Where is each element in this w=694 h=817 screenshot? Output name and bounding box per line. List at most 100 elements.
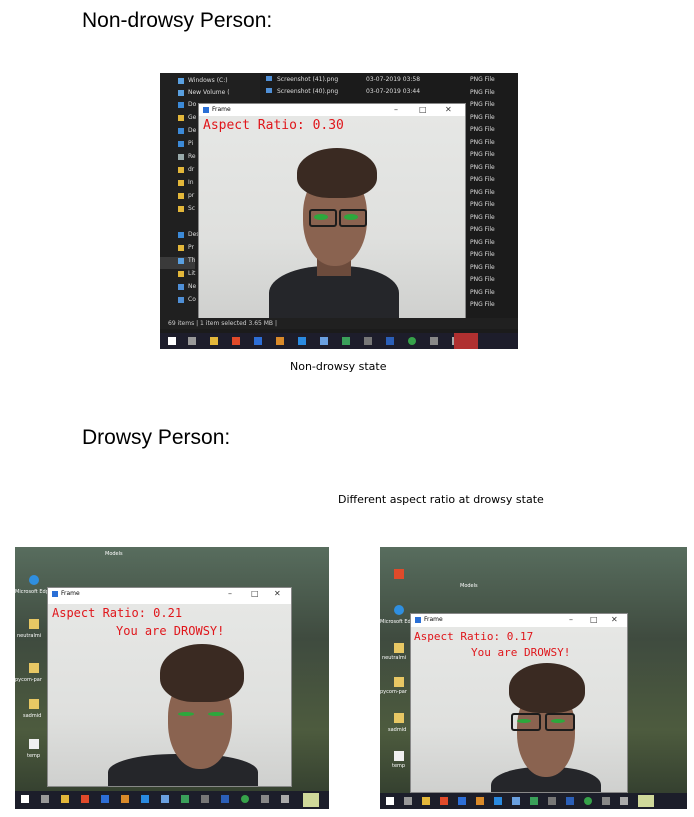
file-type-cell: PNG File bbox=[470, 163, 495, 171]
folder-icon bbox=[178, 127, 184, 134]
vscode-icon[interactable] bbox=[494, 797, 502, 805]
vscode-icon[interactable] bbox=[298, 337, 306, 345]
nav-item[interactable]: Th bbox=[160, 257, 196, 269]
windows-start-icon[interactable] bbox=[21, 795, 29, 803]
windows-start-icon[interactable] bbox=[168, 337, 176, 345]
desktop-label: temp bbox=[27, 753, 41, 759]
app-icon[interactable] bbox=[241, 795, 249, 803]
frame-taskbar-icon[interactable] bbox=[454, 333, 478, 349]
brave-icon[interactable] bbox=[81, 795, 89, 803]
drowsy-alert-text: You are DROWSY! bbox=[471, 646, 571, 659]
word-icon[interactable] bbox=[386, 337, 394, 345]
app-icon[interactable] bbox=[548, 797, 556, 805]
nav-item[interactable]: pr bbox=[160, 192, 194, 204]
nav-item[interactable]: Do bbox=[160, 101, 196, 113]
minimize-button[interactable]: – bbox=[394, 104, 398, 116]
nav-item-label: Sc bbox=[188, 205, 196, 212]
app-icon[interactable] bbox=[602, 797, 610, 805]
app-icon[interactable] bbox=[342, 337, 350, 345]
file-type-cell: PNG File bbox=[470, 213, 495, 221]
app-icon[interactable] bbox=[121, 795, 129, 803]
nav-item[interactable]: dr bbox=[160, 166, 194, 178]
nav-item[interactable]: Ge bbox=[160, 114, 196, 126]
nav-item-label: New Volume ( bbox=[188, 89, 230, 96]
nav-item[interactable]: Pr bbox=[160, 244, 194, 256]
word-icon[interactable] bbox=[566, 797, 574, 805]
app-icon[interactable] bbox=[512, 797, 520, 805]
app-icon[interactable] bbox=[281, 795, 289, 803]
frame-taskbar-icon[interactable] bbox=[638, 795, 654, 807]
close-button[interactable]: ✕ bbox=[274, 588, 281, 600]
app-icon[interactable] bbox=[201, 795, 209, 803]
app-icon[interactable] bbox=[261, 795, 269, 803]
app-icon[interactable] bbox=[364, 337, 372, 345]
file-icon bbox=[29, 699, 39, 709]
camera-feed: Aspect Ratio: 0.30 bbox=[199, 116, 465, 318]
app-icon[interactable] bbox=[430, 337, 438, 345]
frame-titlebar: Frame – □ ✕ bbox=[199, 104, 465, 116]
nav-item[interactable]: Pi bbox=[160, 140, 193, 152]
maximize-button[interactable]: □ bbox=[590, 614, 598, 626]
file-row: Screenshot (40).png 03-07-2019 03:44 bbox=[266, 88, 420, 95]
app-icon[interactable] bbox=[101, 795, 109, 803]
nav-item[interactable]: Co bbox=[160, 296, 196, 308]
explorer-icon[interactable] bbox=[210, 337, 218, 345]
nav-item-label: Pr bbox=[188, 244, 194, 251]
windows-start-icon[interactable] bbox=[386, 797, 394, 805]
word-icon[interactable] bbox=[221, 795, 229, 803]
desktop-label: pycom-par bbox=[380, 689, 407, 695]
file-type-cell: PNG File bbox=[470, 126, 495, 133]
folder-icon bbox=[178, 179, 184, 186]
app-icon[interactable] bbox=[276, 337, 284, 345]
app-icon[interactable] bbox=[161, 795, 169, 803]
brave-icon[interactable] bbox=[232, 337, 240, 345]
app-icon bbox=[52, 590, 58, 597]
explorer-icon[interactable] bbox=[422, 797, 430, 805]
file-type-cell: PNG File bbox=[470, 263, 495, 271]
nav-item[interactable]: De bbox=[160, 127, 196, 139]
nav-item-label: dr bbox=[188, 166, 195, 173]
nav-item-label: Do bbox=[188, 101, 197, 108]
app-icon[interactable] bbox=[320, 337, 328, 345]
nav-item[interactable]: Lit bbox=[160, 270, 195, 282]
folder-icon bbox=[178, 244, 184, 251]
task-view-icon[interactable] bbox=[41, 795, 49, 803]
file-type-cell: PNG File bbox=[470, 138, 495, 146]
app-icon[interactable] bbox=[254, 337, 262, 345]
minimize-button[interactable]: – bbox=[569, 614, 573, 626]
close-button[interactable]: ✕ bbox=[445, 104, 452, 116]
task-view-icon[interactable] bbox=[404, 797, 412, 805]
nav-item[interactable]: In bbox=[160, 179, 194, 191]
file-type-cell: PNG File bbox=[470, 176, 495, 183]
camera-feed: Aspect Ratio: 0.17 You are DROWSY! bbox=[411, 627, 627, 792]
maximize-button[interactable]: □ bbox=[419, 104, 427, 116]
caption-drowsy: Different aspect ratio at drowsy state bbox=[338, 493, 544, 506]
app-icon[interactable] bbox=[620, 797, 628, 805]
file-type-cell: PNG File bbox=[470, 101, 495, 108]
nav-item[interactable]: Sc bbox=[160, 205, 195, 217]
aspect-ratio-text: Aspect Ratio: 0.21 bbox=[52, 606, 183, 620]
task-view-icon[interactable] bbox=[188, 337, 196, 345]
app-icon bbox=[415, 616, 421, 623]
nav-item[interactable]: New Volume ( bbox=[160, 89, 230, 101]
app-icon[interactable] bbox=[458, 797, 466, 805]
nav-item-label: Co bbox=[188, 296, 196, 303]
edge-icon bbox=[29, 575, 39, 585]
vscode-icon[interactable] bbox=[141, 795, 149, 803]
app-icon[interactable] bbox=[181, 795, 189, 803]
app-icon[interactable] bbox=[584, 797, 592, 805]
nav-item[interactable]: Windows (C:) bbox=[160, 77, 228, 89]
nav-item[interactable]: Des bbox=[160, 231, 199, 243]
minimize-button[interactable]: – bbox=[228, 588, 232, 600]
folder-icon bbox=[178, 153, 184, 160]
app-icon[interactable] bbox=[530, 797, 538, 805]
frame-taskbar-icon[interactable] bbox=[303, 793, 319, 807]
brave-icon[interactable] bbox=[440, 797, 448, 805]
app-icon[interactable] bbox=[408, 337, 416, 345]
explorer-icon[interactable] bbox=[61, 795, 69, 803]
nav-item[interactable]: Ne bbox=[160, 283, 196, 295]
app-icon[interactable] bbox=[476, 797, 484, 805]
close-button[interactable]: ✕ bbox=[611, 614, 618, 626]
maximize-button[interactable]: □ bbox=[251, 588, 259, 600]
nav-item[interactable]: Re bbox=[160, 153, 196, 165]
